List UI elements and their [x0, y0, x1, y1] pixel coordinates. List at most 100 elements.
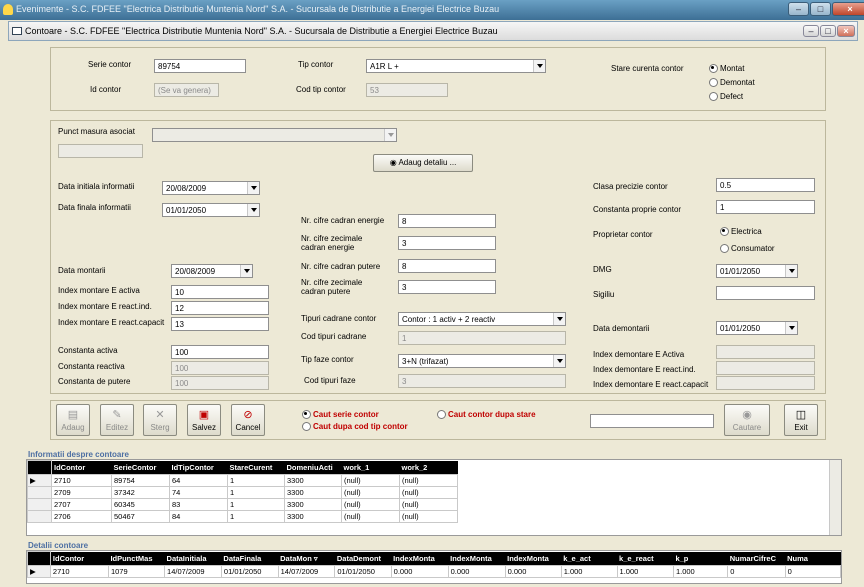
table-cell[interactable]: 2707	[51, 498, 112, 511]
inner-close-icon[interactable]: ×	[837, 25, 855, 37]
data-initiala-select[interactable]: 20/08/2009	[162, 181, 260, 195]
exit-button[interactable]: ◫ Exit	[784, 404, 818, 436]
nr-zecimale-energie-input[interactable]: 3	[398, 236, 496, 250]
radio-demontat[interactable]: Demontat	[709, 78, 755, 87]
detalii-column-header[interactable]: k_e_act	[561, 551, 618, 566]
detalii-column-header[interactable]: IndexMonta	[505, 551, 562, 566]
minimize-icon[interactable]: –	[788, 2, 809, 16]
table-cell[interactable]: (null)	[399, 498, 458, 511]
table-cell[interactable]: 14/07/2009	[164, 565, 222, 578]
table-cell[interactable]: 50467	[111, 510, 170, 523]
table-cell[interactable]: 14/07/2009	[277, 565, 336, 578]
table-cell[interactable]: 0	[727, 565, 786, 578]
info-column-header[interactable]: StareCurent	[227, 460, 285, 475]
cancel-button[interactable]: ⊘ Cancel	[231, 404, 265, 436]
chevron-down-icon[interactable]	[247, 204, 259, 216]
table-cell[interactable]: (null)	[399, 486, 458, 499]
table-cell[interactable]: 1	[227, 486, 285, 499]
info-column-header[interactable]: SerieContor	[111, 460, 170, 475]
clasa-precizie-input[interactable]: 0.5	[716, 178, 815, 192]
editez-button[interactable]: ✎ Editez	[100, 404, 134, 436]
table-cell[interactable]: 2709	[51, 486, 112, 499]
detalii-column-header[interactable]: DataMon ▿	[278, 551, 335, 566]
table-cell[interactable]: 1	[227, 510, 285, 523]
dmg-select[interactable]: 01/01/2050	[716, 264, 798, 278]
nr-zecimale-putere-input[interactable]: 3	[398, 280, 496, 294]
current-row-arrow-icon[interactable]: ▶	[27, 474, 52, 487]
table-cell[interactable]: 3300	[284, 510, 342, 523]
sigiliu-input[interactable]	[716, 286, 815, 300]
table-cell[interactable]: (null)	[341, 510, 400, 523]
radio-defect[interactable]: Defect	[709, 92, 743, 101]
serie-contor-input[interactable]: 89754	[154, 59, 246, 73]
table-cell[interactable]: (null)	[399, 510, 458, 523]
inner-minimize-icon[interactable]: –	[803, 25, 819, 37]
chevron-down-icon[interactable]	[553, 355, 565, 367]
maximize-icon[interactable]: □	[810, 2, 831, 16]
table-cell[interactable]: (null)	[399, 474, 458, 487]
data-demontarii-select[interactable]: 01/01/2050	[716, 321, 798, 335]
data-montarii-select[interactable]: 20/08/2009	[171, 264, 253, 278]
detalii-column-header[interactable]: DataDemont	[334, 551, 392, 566]
table-cell[interactable]: 1079	[107, 565, 166, 578]
table-row[interactable]: 2706 50467 84 1 3300 (null) (null)	[27, 510, 458, 523]
info-column-header[interactable]: IdTipContor	[169, 460, 228, 475]
radio-consumator[interactable]: Consumator	[720, 244, 775, 253]
data-finala-select[interactable]: 01/01/2050	[162, 203, 260, 217]
chevron-down-icon[interactable]	[240, 265, 252, 277]
table-cell[interactable]: 3300	[284, 474, 342, 487]
row-header[interactable]	[27, 510, 52, 523]
table-cell[interactable]: 2710	[49, 565, 109, 578]
detalii-column-header[interactable]: DataFinala	[221, 551, 279, 566]
detalii-column-header[interactable]: IdContor	[50, 551, 109, 566]
constanta-activa-input[interactable]: 100	[171, 345, 269, 359]
sterg-button[interactable]: ✕ Sterg	[143, 404, 177, 436]
table-row[interactable]: ▶ 2710 1079 14/07/2009 01/01/2050 14/07/2009 0…	[27, 565, 841, 578]
table-cell[interactable]: 3300	[284, 486, 342, 499]
close-icon[interactable]: ×	[832, 2, 864, 16]
table-cell[interactable]: 64	[169, 474, 228, 487]
table-cell[interactable]: 0.000	[504, 565, 562, 578]
table-cell[interactable]: (null)	[341, 498, 400, 511]
info-column-header[interactable]: IdContor	[51, 460, 112, 475]
cautare-button[interactable]: ◉ Cautare	[724, 404, 770, 436]
table-cell[interactable]: 01/01/2050	[334, 565, 392, 578]
info-column-header[interactable]: work_1	[341, 460, 400, 475]
table-cell[interactable]: 0.000	[390, 565, 449, 578]
inner-restore-icon[interactable]: □	[820, 25, 836, 37]
table-cell[interactable]: 2706	[51, 510, 112, 523]
search-input[interactable]	[590, 414, 714, 428]
tipuri-cadrane-select[interactable]: Contor : 1 activ + 2 reactiv	[398, 312, 566, 326]
chevron-down-icon[interactable]	[533, 60, 545, 72]
table-row[interactable]: 2707 60345 83 1 3300 (null) (null)	[27, 498, 458, 511]
radio-montat[interactable]: Montat	[709, 64, 744, 73]
table-cell[interactable]: 1.000	[672, 565, 729, 578]
table-cell[interactable]: 83	[169, 498, 228, 511]
detalii-column-header[interactable]: Numa	[785, 551, 841, 566]
radio-electrica[interactable]: Electrica	[720, 227, 762, 236]
chevron-down-icon[interactable]	[785, 322, 797, 334]
radio-caut-serie[interactable]: Caut serie contor	[302, 410, 379, 419]
detalii-column-header[interactable]: IdPunctMas	[108, 551, 165, 566]
table-cell[interactable]: 3300	[284, 498, 342, 511]
chevron-down-icon[interactable]	[785, 265, 797, 277]
table-cell[interactable]: 89754	[111, 474, 170, 487]
index-react-ind-input[interactable]: 12	[171, 301, 269, 315]
chevron-down-icon[interactable]	[247, 182, 259, 194]
table-cell[interactable]: (null)	[341, 474, 400, 487]
index-activa-input[interactable]: 10	[171, 285, 269, 299]
index-react-cap-input[interactable]: 13	[171, 317, 269, 331]
table-cell[interactable]: 74	[169, 486, 228, 499]
nr-cifre-putere-input[interactable]: 8	[398, 259, 496, 273]
info-column-header[interactable]: DomeniuActi	[284, 460, 342, 475]
adaug-button[interactable]: ▤ Adaug	[56, 404, 90, 436]
constanta-proprie-input[interactable]: 1	[716, 200, 815, 214]
tip-faze-select[interactable]: 3+N (trifazat)	[398, 354, 566, 368]
table-row[interactable]: ▶ 2710 89754 64 1 3300 (null) (null)	[27, 474, 458, 487]
table-cell[interactable]: 60345	[111, 498, 170, 511]
detalii-column-header[interactable]: DataInitiala	[164, 551, 222, 566]
table-cell[interactable]: (null)	[341, 486, 400, 499]
table-cell[interactable]: 37342	[111, 486, 170, 499]
detalii-column-header[interactable]: IndexMonta	[448, 551, 506, 566]
radio-caut-stare[interactable]: Caut contor dupa stare	[437, 410, 536, 419]
